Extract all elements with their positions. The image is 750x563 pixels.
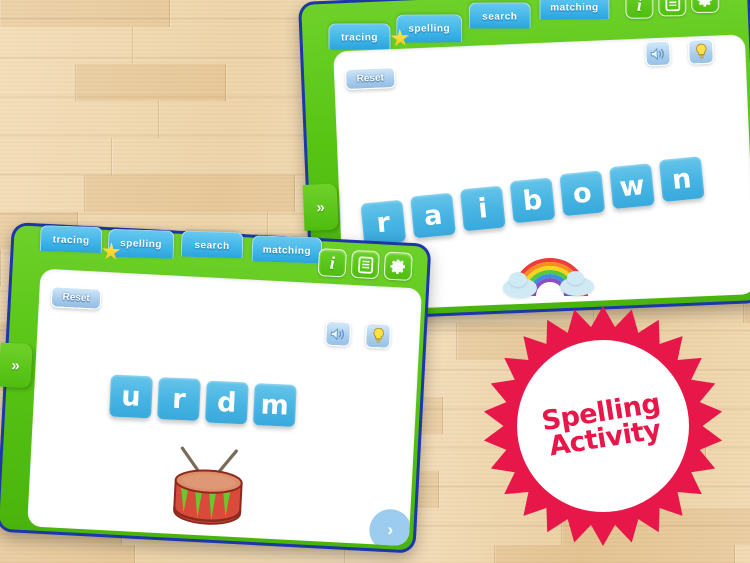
tab-label: tracing: [341, 32, 378, 44]
letter-tile[interactable]: u: [109, 374, 153, 419]
list-icon: [664, 0, 680, 11]
badge-text: Spelling Activity: [466, 289, 741, 563]
info-button[interactable]: i: [317, 248, 348, 278]
letter-tile[interactable]: n: [658, 155, 705, 202]
next-button[interactable]: ›: [368, 508, 413, 547]
reset-label: Reset: [356, 72, 385, 85]
tab-tracing[interactable]: tracing: [39, 225, 103, 254]
drum-icon: [173, 446, 243, 525]
hint-button[interactable]: [687, 38, 714, 65]
rainbow-illustration: [503, 258, 595, 306]
tab-search[interactable]: search: [468, 2, 531, 29]
tablet-bottom: tracing spelling search matching i Reset…: [0, 222, 432, 554]
speaker-button[interactable]: [644, 40, 671, 67]
hint-button[interactable]: [364, 322, 392, 349]
letter-tile[interactable]: b: [509, 177, 556, 224]
drawer-pull-tab[interactable]: »: [302, 183, 339, 231]
reset-label: Reset: [62, 291, 91, 305]
letter-tile[interactable]: i: [459, 185, 506, 231]
speaker-button[interactable]: [324, 320, 352, 347]
app-screenshot: tracing spelling search matching i Reset…: [0, 0, 750, 563]
letter-tile[interactable]: w: [609, 163, 655, 210]
letter-tile[interactable]: r: [157, 377, 201, 422]
tab-spelling[interactable]: spelling: [396, 14, 463, 43]
tab-label: spelling: [408, 23, 451, 35]
tab-matching[interactable]: matching: [251, 235, 323, 264]
info-icon: i: [636, 0, 642, 15]
tab-spelling[interactable]: spelling: [107, 228, 175, 259]
word-list-button[interactable]: [350, 249, 380, 280]
chevron-right-icon: ›: [387, 520, 394, 540]
gear-icon: [697, 0, 712, 7]
word-list-button[interactable]: [658, 0, 687, 17]
tab-label: spelling: [119, 238, 163, 251]
tab-label: search: [194, 239, 230, 253]
reset-button[interactable]: Reset: [50, 286, 102, 310]
tab-label: tracing: [52, 234, 90, 247]
letter-tile[interactable]: a: [410, 192, 457, 239]
letter-tile[interactable]: m: [252, 383, 297, 428]
tab-label: matching: [262, 244, 312, 258]
cloud-left-puff-icon: [509, 272, 527, 287]
letter-tile[interactable]: r: [360, 199, 407, 246]
speaker-icon: [650, 47, 664, 60]
content-screen-bottom: Reset urdm ›: [27, 268, 423, 547]
tab-label: matching: [550, 2, 599, 14]
drum-illustration: [162, 443, 255, 537]
list-icon: [357, 255, 373, 274]
drawer-pull-tab[interactable]: »: [0, 342, 33, 389]
settings-button[interactable]: [691, 0, 720, 13]
tab-tracing[interactable]: tracing: [328, 23, 391, 50]
tab-search[interactable]: search: [180, 230, 244, 259]
letter-tile[interactable]: o: [559, 170, 606, 217]
speaker-icon: [330, 327, 344, 340]
info-icon: i: [329, 252, 336, 273]
hint-bulb-icon: [695, 43, 706, 59]
settings-button[interactable]: [383, 251, 413, 281]
tab-matching[interactable]: matching: [539, 0, 610, 20]
tab-label: search: [482, 11, 518, 23]
hint-bulb-icon: [373, 327, 384, 343]
cloud-right-puff-icon: [567, 271, 584, 285]
info-button[interactable]: i: [625, 0, 654, 19]
letter-tile[interactable]: d: [204, 380, 249, 425]
chevron-double-right-icon: »: [10, 356, 21, 375]
reset-button[interactable]: Reset: [344, 67, 396, 91]
chevron-double-right-icon: »: [316, 198, 326, 216]
spelling-activity-badge: Spelling Activity: [483, 306, 723, 546]
gear-icon: [390, 259, 406, 275]
